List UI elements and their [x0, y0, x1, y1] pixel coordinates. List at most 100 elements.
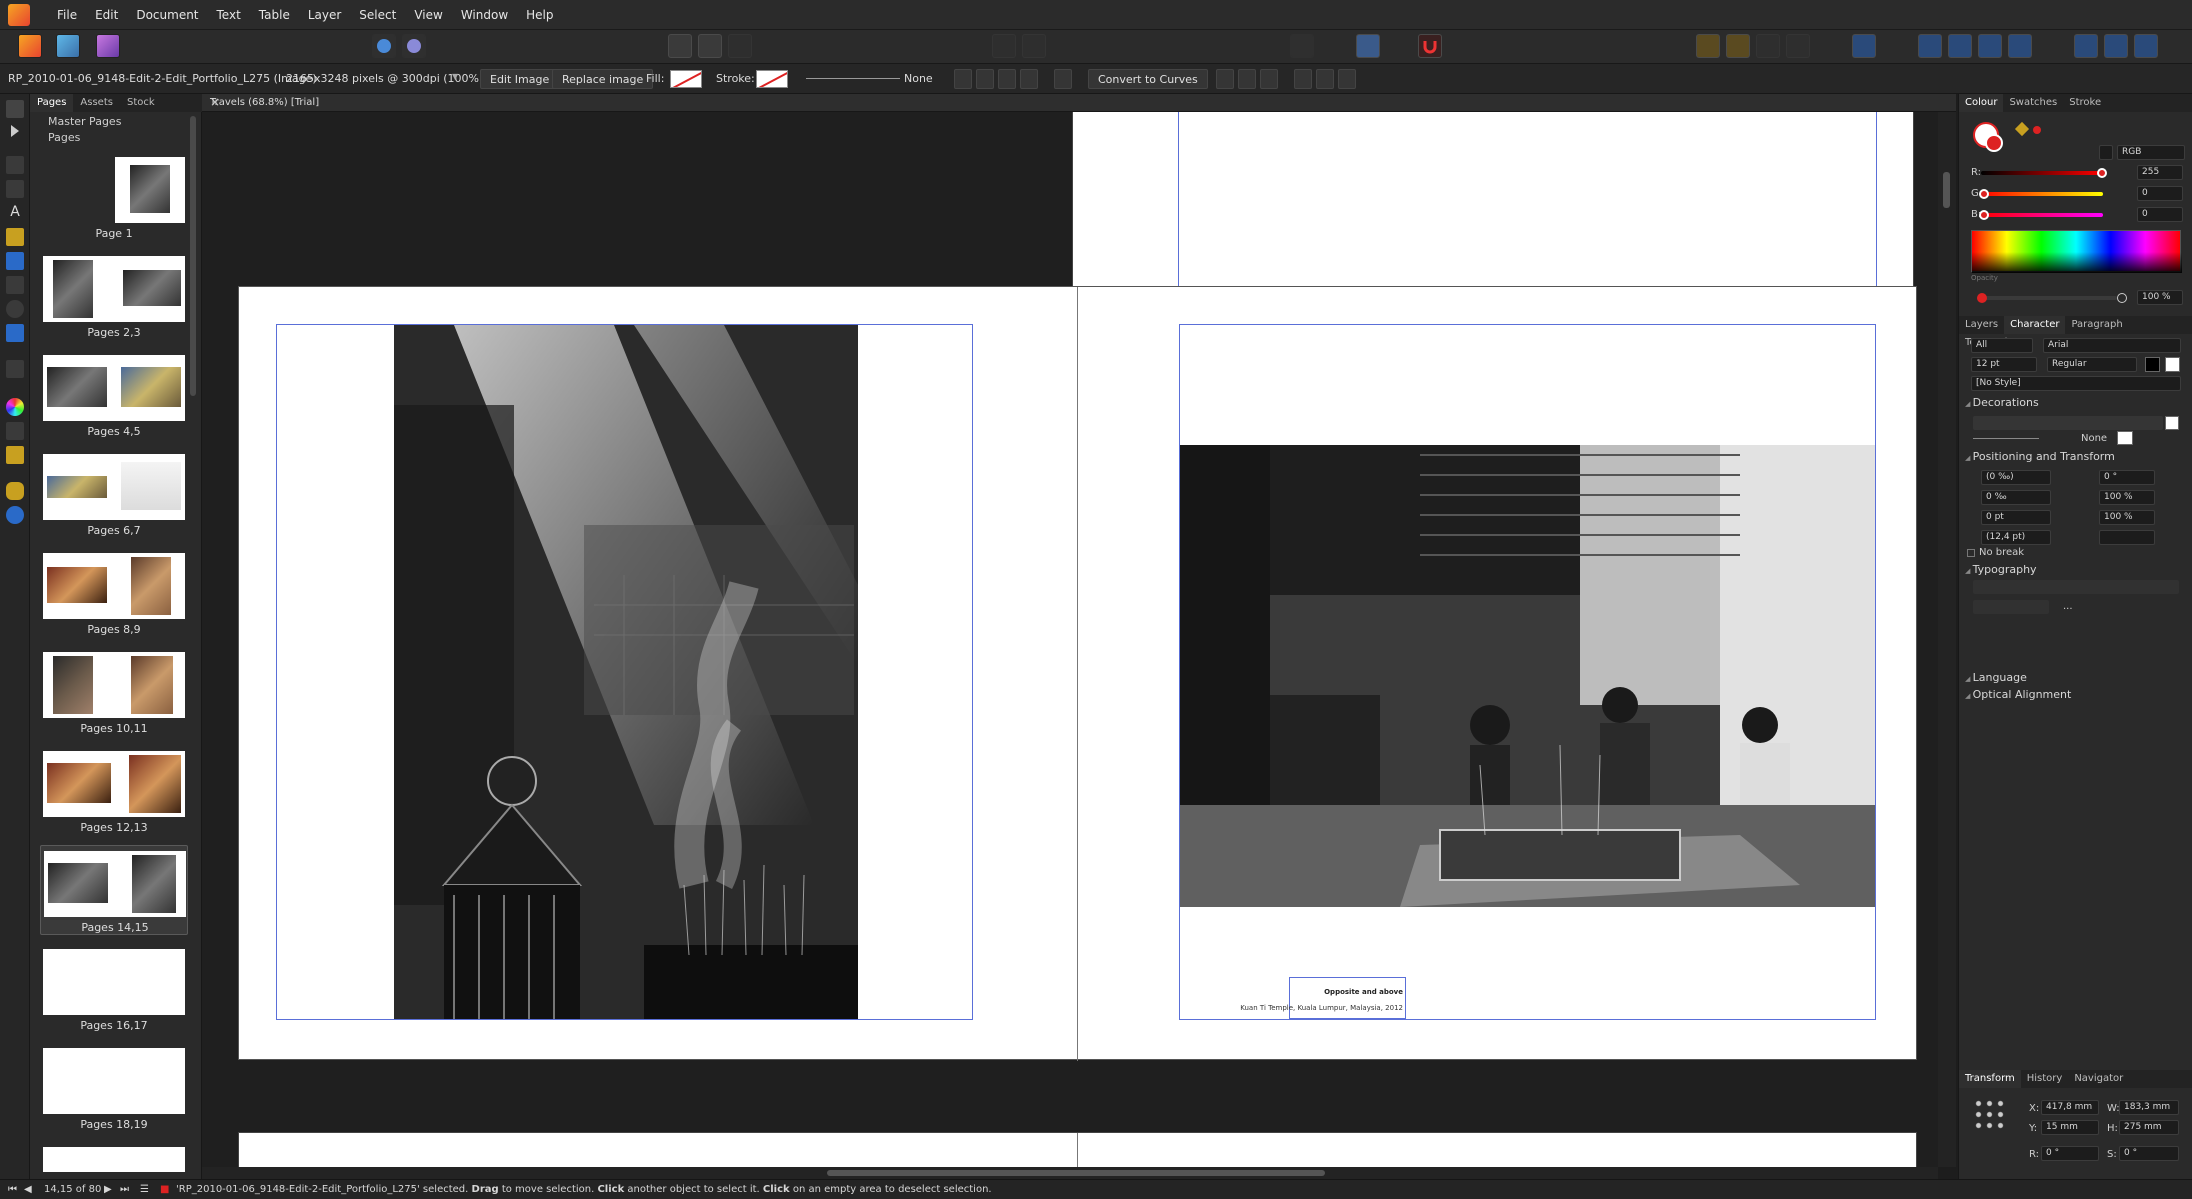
align-top-icon[interactable]	[1294, 69, 1312, 89]
canvas-vertical-scrollbar[interactable]	[1938, 112, 1956, 1167]
crop-fill-icon[interactable]	[976, 69, 994, 89]
scale-v-field[interactable]: 100 %	[2099, 510, 2155, 525]
align-left-icon[interactable]	[1216, 69, 1234, 89]
align-icon[interactable]	[1852, 34, 1876, 58]
page-thumbnail-selected[interactable]: Pages 14,15	[40, 845, 188, 935]
view-mode-2-icon[interactable]	[698, 34, 722, 58]
font-size-field[interactable]: 12 pt	[1971, 357, 2037, 372]
place-image-tool-icon[interactable]	[6, 324, 24, 342]
char-scope-select[interactable]: All	[1971, 338, 2033, 353]
text-colour-swatch[interactable]	[2145, 357, 2160, 372]
menu-text[interactable]: Text	[208, 0, 250, 30]
page-thumbnail[interactable]	[40, 1142, 188, 1172]
preflight-icon[interactable]	[372, 34, 396, 58]
edit-image-button[interactable]: Edit Image	[480, 69, 560, 89]
tab-transform[interactable]: Transform	[1959, 1070, 2021, 1088]
kerning-field[interactable]: 0 ‰	[1981, 490, 2051, 505]
pages-row[interactable]: Pages	[30, 130, 202, 146]
insert-field-2-icon[interactable]	[1022, 34, 1046, 58]
table-tool-icon[interactable]	[6, 180, 24, 198]
decoration-buttons[interactable]	[1973, 416, 2163, 430]
publisher-persona-icon[interactable]	[18, 34, 42, 58]
tab-swatches[interactable]: Swatches	[2003, 94, 2063, 112]
align-right-icon[interactable]	[1260, 69, 1278, 89]
fill-tool-icon[interactable]	[6, 398, 24, 416]
page-thumbnail[interactable]: Page 1	[40, 152, 188, 242]
designer-persona-icon[interactable]	[96, 34, 120, 58]
tab-navigator[interactable]: Navigator	[2068, 1070, 2129, 1088]
assets-icon[interactable]	[402, 34, 426, 58]
crop-stretch-icon[interactable]	[998, 69, 1016, 89]
preflight-warning-icon[interactable]: ■	[160, 1184, 169, 1195]
tracking-field[interactable]: (0 ‰)	[1981, 470, 2051, 485]
tab-stroke[interactable]: Stroke	[2063, 94, 2107, 112]
font-weight-select[interactable]: Regular	[2047, 357, 2137, 372]
prev-page-icon[interactable]: ◀	[24, 1184, 32, 1195]
decoration-colour-swatch[interactable]	[2165, 416, 2179, 430]
artistic-text-tool-icon[interactable]: A	[6, 204, 24, 222]
leading-field[interactable]: (12,4 pt)	[1981, 530, 2051, 545]
document-tab[interactable]: Travels (68.8%) [Trial] ×	[202, 94, 1956, 112]
colour-spectrum[interactable]	[1971, 230, 2182, 273]
stroke-width-slider[interactable]	[806, 78, 900, 79]
page-menu-icon[interactable]: ☰	[140, 1184, 149, 1195]
transparency-tool-icon[interactable]	[6, 422, 24, 440]
decoration-stroke-swatch[interactable]	[2117, 431, 2133, 445]
stroke-swatch[interactable]	[756, 70, 788, 88]
tab-layers[interactable]: Layers	[1959, 316, 2004, 334]
view-mode-icon[interactable]	[668, 34, 692, 58]
typography-more[interactable]: ...	[2063, 601, 2073, 612]
flip-horizontal-icon[interactable]	[1918, 34, 1942, 58]
page-counter[interactable]: 14,15 of 80	[44, 1184, 101, 1195]
move-tool-icon[interactable]	[6, 100, 24, 118]
optical-alignment-section[interactable]: Optical Alignment	[1965, 688, 2072, 701]
tab-paragraph[interactable]: Paragraph	[2065, 316, 2128, 334]
document-canvas[interactable]: Opposite and above Kuan Ti Temple, Kuala…	[202, 112, 1938, 1167]
master-pages-row[interactable]: Master Pages	[30, 114, 202, 130]
tab-stock[interactable]: Stock	[120, 94, 162, 112]
menu-layer[interactable]: Layer	[299, 0, 350, 30]
scale-h-field[interactable]: 100 %	[2099, 490, 2155, 505]
typography-buttons-row-1[interactable]	[1973, 580, 2179, 594]
dimensions-dropdown-icon[interactable]: ▼	[452, 72, 458, 81]
arrange-forward-icon[interactable]	[1726, 34, 1750, 58]
menu-file[interactable]: File	[48, 0, 86, 30]
frame-text-icon[interactable]	[1356, 34, 1380, 58]
y-position-field[interactable]: 15 mm	[2041, 1120, 2099, 1135]
crop-reset-icon[interactable]	[1020, 69, 1038, 89]
arrange-back-icon[interactable]	[1786, 34, 1810, 58]
rotation-field[interactable]: 0 °	[2041, 1146, 2099, 1161]
align-bottom-icon[interactable]	[1338, 69, 1356, 89]
menu-select[interactable]: Select	[350, 0, 405, 30]
text-highlight-swatch[interactable]	[2165, 357, 2180, 372]
current-spread[interactable]: Opposite and above Kuan Ti Temple, Kuala…	[238, 286, 1917, 1061]
g-slider-knob[interactable]	[1979, 189, 1989, 199]
arrange-front-icon[interactable]	[1696, 34, 1720, 58]
convert-to-curves-button[interactable]: Convert to Curves	[1088, 69, 1208, 89]
page-thumbnail[interactable]: Pages 4,5	[40, 350, 188, 440]
first-page-icon[interactable]: ⏮	[8, 1184, 17, 1195]
insert-field-icon[interactable]	[992, 34, 1016, 58]
menu-edit[interactable]: Edit	[86, 0, 127, 30]
typography-buttons-row-2[interactable]	[1973, 600, 2049, 614]
color-picker-tool-icon[interactable]	[6, 446, 24, 464]
tab-colour[interactable]: Colour	[1959, 94, 2004, 112]
x-position-field[interactable]: 417,8 mm	[2041, 1100, 2099, 1115]
view-mode-3-icon[interactable]	[728, 34, 752, 58]
frame-text-tool-icon[interactable]	[6, 156, 24, 174]
page-thumbnail[interactable]: Pages 6,7	[40, 449, 188, 539]
crop-tool-icon-left[interactable]	[6, 360, 24, 378]
opacity-knob[interactable]	[2117, 293, 2127, 303]
skew-field[interactable]: 0 °	[2099, 470, 2155, 485]
menu-window[interactable]: Window	[452, 0, 517, 30]
left-page-photo[interactable]	[394, 325, 858, 1019]
menu-document[interactable]: Document	[127, 0, 207, 30]
crop-tool-icon[interactable]	[1054, 69, 1072, 89]
tab-assets[interactable]: Assets	[73, 94, 120, 112]
language-section[interactable]: Language	[1965, 671, 2027, 684]
r-slider-knob[interactable]	[2097, 168, 2107, 178]
snapping-magnet-icon[interactable]	[1418, 34, 1442, 58]
g-value-field[interactable]: 0	[2137, 186, 2183, 201]
height-field[interactable]: 275 mm	[2119, 1120, 2179, 1135]
page-thumbnail[interactable]: Pages 18,19	[40, 1043, 188, 1133]
